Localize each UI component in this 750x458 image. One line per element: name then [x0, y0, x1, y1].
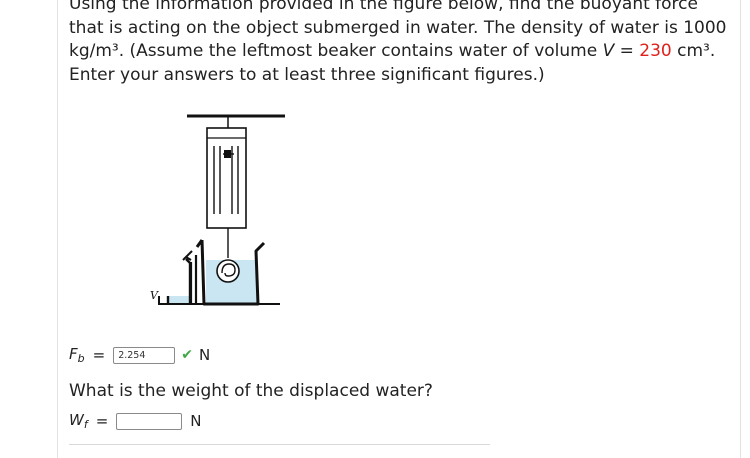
displaced-weight-input[interactable]	[116, 412, 183, 430]
submerged-object	[216, 259, 240, 283]
wf-variable-letter: W	[69, 411, 84, 429]
volume-variable: V	[602, 41, 615, 61]
wf-equals: =	[95, 412, 109, 430]
bottom-divider	[69, 444, 490, 445]
prompt-line-2: that is acting on the object submerged i…	[69, 17, 727, 38]
volume-equals: =	[614, 41, 640, 61]
buoyancy-figure: V	[150, 110, 290, 314]
fb-equals: =	[92, 346, 106, 364]
fb-variable: Fb	[69, 345, 85, 365]
buoyant-force-input[interactable]: 2.254	[113, 346, 176, 364]
left-beaker-water	[168, 296, 192, 304]
fb-variable-letter: F	[69, 345, 78, 363]
overflow-tube	[189, 255, 198, 304]
beaker-volume-label: V	[150, 289, 159, 302]
buoyant-force-row: Fb = 2.254 ✔ N	[69, 345, 210, 365]
displaced-water-question: What is the weight of the displaced wate…	[69, 381, 433, 401]
correct-check-icon: ✔	[181, 347, 193, 363]
weight-row: Wf = N	[69, 411, 202, 431]
prompt-line-3: kg/m³. (Assume the leftmost beaker conta…	[69, 40, 739, 64]
overflow-spout	[182, 250, 193, 261]
spring-scale-body	[206, 127, 247, 229]
volume-unit: cm³.	[671, 41, 716, 61]
wf-unit: N	[190, 412, 202, 430]
fb-unit: N	[198, 346, 211, 364]
wf-variable: Wf	[69, 411, 88, 431]
problem-statement: Using the information provided in the fi…	[69, 0, 739, 87]
prompt-line-3-text: kg/m³. (Assume the leftmost beaker conta…	[69, 41, 603, 61]
volume-value: 230	[639, 41, 672, 61]
wf-variable-subscript: f	[83, 418, 88, 431]
prompt-line-4: Enter your answers to at least three sig…	[69, 64, 545, 85]
fb-variable-subscript: b	[77, 352, 85, 365]
prompt-line-1: Using the information provided in the fi…	[69, 0, 698, 14]
spring-scale-diagram: V	[150, 114, 285, 306]
